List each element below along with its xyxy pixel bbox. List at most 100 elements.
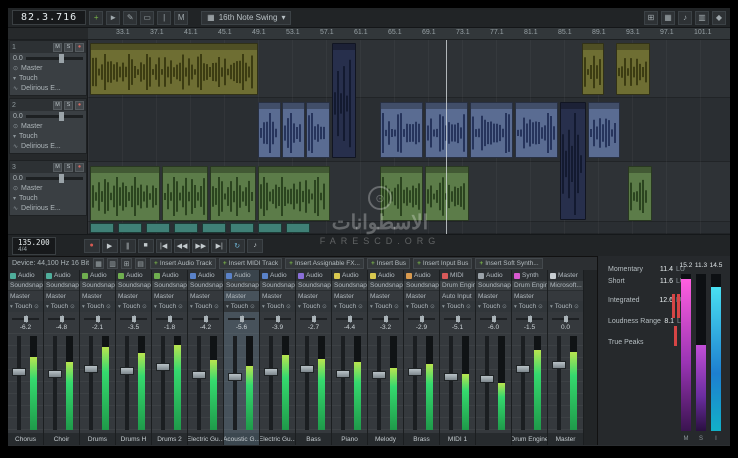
timecode-display[interactable]: 82.3.716	[12, 10, 86, 25]
pan-handle[interactable]	[528, 316, 532, 322]
fader-handle[interactable]	[120, 367, 134, 375]
track-solo-button[interactable]: S	[64, 101, 73, 110]
track-panel[interactable]: 2 M S ● 0.0 ⊙Master ▾Touch ∿Delirious E.…	[9, 98, 87, 154]
channel-name[interactable]: Drums H	[116, 433, 151, 445]
fader-handle[interactable]	[156, 363, 170, 371]
pan-handle[interactable]	[168, 316, 172, 322]
channel-automation-mode[interactable]: ▾Touch⊙	[44, 301, 79, 312]
smart-tool-icon[interactable]: ►	[106, 11, 120, 25]
pan-handle[interactable]	[420, 316, 424, 322]
mixer-channel-strip[interactable]: Audio Soundsnapper Master ▾Touch⊙ -4.2 E…	[188, 270, 224, 445]
fader-handle[interactable]	[84, 365, 98, 373]
audio-clip[interactable]	[90, 223, 114, 233]
mixer-channel-strip[interactable]: Audio Soundsnapper Master ▾Touch⊙ -2.1 D…	[80, 270, 116, 445]
audio-clip[interactable]	[162, 166, 208, 221]
mixer-channel-strip[interactable]: Audio Soundsnapper Master ▾Touch⊙ -2.9 B…	[404, 270, 440, 445]
channel-fx[interactable]: Soundsnapper	[8, 281, 43, 291]
volume-handle[interactable]	[59, 174, 64, 183]
tempo-display[interactable]: 135.200 4/4	[12, 237, 56, 255]
channel-name[interactable]: Piano	[332, 433, 367, 445]
mixer-channel-strip[interactable]: Audio Soundsnapper Master ▾Touch⊙ -2.7 B…	[296, 270, 332, 445]
channel-fader[interactable]	[296, 333, 331, 433]
audio-clip[interactable]	[470, 102, 513, 158]
pan-handle[interactable]	[456, 316, 460, 322]
channel-fader[interactable]	[404, 333, 439, 433]
channel-fader[interactable]	[188, 333, 223, 433]
pan-handle[interactable]	[492, 316, 496, 322]
rewind-button[interactable]: ◀◀	[174, 239, 191, 253]
fader-handle[interactable]	[552, 361, 566, 369]
channel-fader[interactable]	[152, 333, 187, 433]
channel-output[interactable]	[548, 291, 583, 301]
record-button[interactable]: ●	[84, 239, 100, 253]
audio-clip[interactable]	[588, 102, 620, 158]
channel-name[interactable]: Drums 2	[152, 433, 187, 445]
mixer-channel-strip[interactable]: Audio Soundsnapper Master ▾Touch⊙ -4.4 P…	[332, 270, 368, 445]
channel-output[interactable]: Master	[224, 291, 259, 301]
pan-slider[interactable]	[440, 312, 475, 324]
channel-fader[interactable]	[332, 333, 367, 433]
goto-end-button[interactable]: ▶|	[211, 239, 227, 253]
track-output[interactable]: Master	[21, 185, 42, 192]
audio-clip[interactable]	[90, 166, 160, 221]
pan-handle[interactable]	[564, 316, 568, 322]
channel-name[interactable]: Electric Gu...	[188, 433, 223, 445]
audio-clip[interactable]	[560, 102, 586, 220]
channel-output[interactable]: Master	[368, 291, 403, 301]
swing-selector[interactable]: ▦ 16th Note Swing ▾	[201, 11, 291, 25]
channel-fx[interactable]: Drum Engine	[512, 281, 547, 291]
views-icon[interactable]: ▥	[695, 11, 709, 25]
channel-name[interactable]: Bass	[296, 433, 331, 445]
pan-slider[interactable]	[404, 312, 439, 324]
track-volume-slider[interactable]	[26, 115, 83, 118]
channel-name[interactable]: Acoustic G...	[224, 433, 259, 445]
fader-handle[interactable]	[48, 370, 62, 378]
fader-handle[interactable]	[480, 375, 494, 383]
channel-fader[interactable]	[44, 333, 79, 433]
channel-output[interactable]: Master	[332, 291, 367, 301]
track-arm-button[interactable]: ●	[75, 43, 84, 52]
pan-handle[interactable]	[132, 316, 136, 322]
channel-fader[interactable]	[116, 333, 151, 433]
audio-clip[interactable]	[118, 223, 142, 233]
mixer-channel-strip[interactable]: Audio Soundsnapper Master ▾Touch⊙ -6.2 C…	[8, 270, 44, 445]
settings-icon[interactable]: ◆	[712, 11, 726, 25]
channel-output[interactable]: Master	[512, 291, 547, 301]
channel-automation-mode[interactable]: ▾Touch⊙	[8, 301, 43, 312]
channel-name[interactable]: MIDI 1	[440, 433, 475, 445]
audio-clip[interactable]	[332, 43, 356, 158]
pan-slider[interactable]	[260, 312, 295, 324]
channel-fx[interactable]: Soundsnapper	[44, 281, 79, 291]
forward-button[interactable]: ▶▶	[192, 239, 209, 253]
channel-automation-mode[interactable]: ▾Touch⊙	[80, 301, 115, 312]
audio-clip[interactable]	[90, 43, 258, 95]
fader-handle[interactable]	[12, 368, 26, 376]
channel-fader[interactable]	[224, 333, 259, 433]
pan-handle[interactable]	[348, 316, 352, 322]
audio-clip[interactable]	[174, 223, 198, 233]
track-volume-slider[interactable]	[26, 57, 83, 60]
pan-handle[interactable]	[24, 316, 28, 322]
track-input[interactable]: Delirious E...	[21, 85, 61, 92]
pan-handle[interactable]	[204, 316, 208, 322]
track-arm-button[interactable]: ●	[75, 101, 84, 110]
stop-button[interactable]: ■	[138, 239, 154, 253]
audio-clip[interactable]	[582, 43, 604, 95]
mixer-channel-strip[interactable]: Audio Soundsnapper Master ▾Touch⊙ -1.8 D…	[152, 270, 188, 445]
pan-slider[interactable]	[476, 312, 511, 324]
channel-automation-mode[interactable]: ▾Touch⊙	[548, 301, 583, 312]
track-volume-slider[interactable]	[26, 177, 83, 180]
channel-name[interactable]: Choir	[44, 433, 79, 445]
channel-output[interactable]: Master	[80, 291, 115, 301]
channel-fader[interactable]	[8, 333, 43, 433]
audio-clip[interactable]	[286, 223, 310, 233]
snap-icon[interactable]: ⊞	[644, 11, 658, 25]
channel-fx[interactable]: Microsoft...	[548, 281, 583, 291]
channel-fader[interactable]	[548, 333, 583, 433]
insert-track-button[interactable]: +Insert Assignable FX...	[285, 258, 364, 269]
channel-fx[interactable]: Soundsnapper	[152, 281, 187, 291]
track-solo-button[interactable]: S	[64, 43, 73, 52]
fader-handle[interactable]	[444, 373, 458, 381]
channel-automation-mode[interactable]: ▾Touch⊙	[260, 301, 295, 312]
pan-slider[interactable]	[296, 312, 331, 324]
